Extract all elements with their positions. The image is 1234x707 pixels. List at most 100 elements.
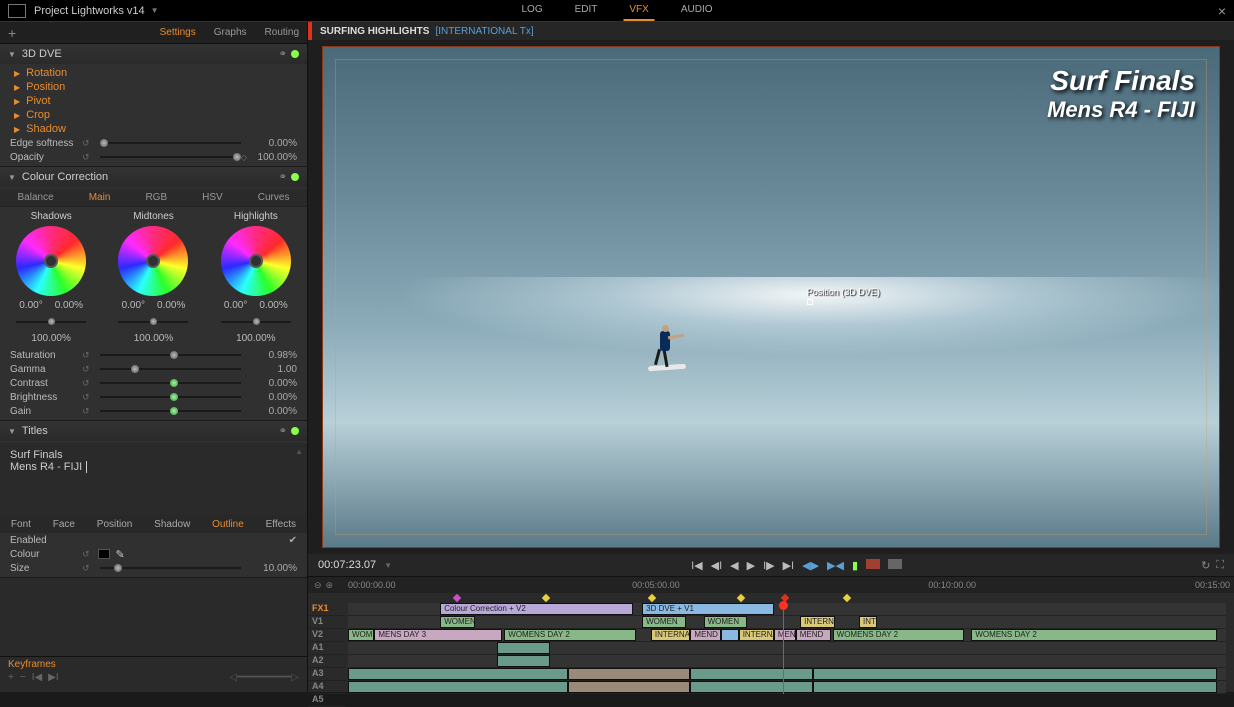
sidebar-tab-graphs[interactable]: Graphs <box>214 27 247 38</box>
goto-end-icon[interactable]: ▶I <box>783 559 795 572</box>
sidebar-tab-settings[interactable]: Settings <box>160 27 196 38</box>
tool-b-icon[interactable] <box>888 559 902 569</box>
goto-start-icon[interactable]: I◀ <box>691 559 703 572</box>
link-icon[interactable]: ⚭ <box>279 426 287 437</box>
clip[interactable]: INTERNA <box>651 629 691 641</box>
dve-position[interactable]: ▶Position <box>0 80 307 94</box>
clip[interactable]: MENS DAY 3 <box>374 629 501 641</box>
track-label-a1[interactable]: A1 <box>308 642 346 655</box>
track-label-v1[interactable]: V1 <box>308 616 346 629</box>
cc-gamma[interactable]: Gamma↺1.00 <box>0 362 307 376</box>
cc-shadows-slider[interactable] <box>16 321 86 323</box>
project-title[interactable]: Project Lightworks v14 <box>34 5 145 17</box>
video-viewport[interactable]: Position (3D DVE) Surf Finals Mens R4 - … <box>322 46 1220 548</box>
step-fwd-icon[interactable]: I▶ <box>763 559 775 572</box>
close-icon[interactable]: × <box>1218 3 1226 19</box>
play-icon[interactable]: ▶ <box>747 559 755 572</box>
timecode[interactable]: 00:07:23.07 <box>318 559 376 571</box>
tracks-area[interactable]: Colour Correction + V2 3D DVE + V1 WOMEN… <box>348 603 1226 694</box>
clip[interactable] <box>721 629 739 641</box>
track-label-a4[interactable]: A4 <box>308 681 346 694</box>
step-back-icon[interactable]: ◀I <box>711 559 723 572</box>
clip[interactable]: INT <box>859 616 877 628</box>
kf-prev-icon[interactable]: I◀ <box>32 672 42 683</box>
clip[interactable]: INTERNA <box>800 616 835 628</box>
tab-vfx[interactable]: VFX <box>623 0 654 21</box>
mark-in-icon[interactable]: ◀▶ <box>802 559 819 572</box>
enabled-dot-icon[interactable] <box>291 173 299 181</box>
clip[interactable]: WOMENS DAY 2 <box>504 629 636 641</box>
title-tab-outline[interactable]: Outline <box>212 519 244 530</box>
kf-remove-icon[interactable]: − <box>20 672 26 683</box>
title-tab-position[interactable]: Position <box>97 519 133 530</box>
cc-midtones-wheel[interactable] <box>118 226 188 296</box>
track-label-a5[interactable]: A5 <box>308 694 346 707</box>
title-text-input[interactable]: Surf Finals Mens R4 - FIJI ▲ <box>0 443 307 515</box>
loop-icon[interactable]: ↻ <box>1201 559 1210 572</box>
clip[interactable]: WOMENS DAY 2 <box>971 629 1217 641</box>
zoom-out-icon[interactable]: ⊖ <box>314 580 322 591</box>
fullscreen-icon[interactable]: ⛶ <box>1216 559 1224 572</box>
kf-add-icon[interactable]: + <box>8 672 14 683</box>
sidebar-tab-routing[interactable]: Routing <box>265 27 299 38</box>
kf-next-icon[interactable]: ▶I <box>48 672 58 683</box>
clip[interactable]: MEND <box>690 629 721 641</box>
clip[interactable]: WOMENS DAY 2 <box>833 629 965 641</box>
add-effect-icon[interactable]: + <box>8 25 16 41</box>
play-back-icon[interactable]: ◀ <box>730 559 738 572</box>
tool-a-icon[interactable] <box>866 559 880 569</box>
timeline-ruler[interactable]: ⊖⊕ 00:00:00.00 00:05:00.00 00:10:00.00 0… <box>308 577 1234 593</box>
panel-header-titles[interactable]: ▼ Titles ⚭ <box>0 421 307 441</box>
title-enabled[interactable]: Enabled✔ <box>0 533 307 547</box>
cc-highlights-wheel[interactable] <box>221 226 291 296</box>
link-icon[interactable]: ⚭ <box>279 49 287 60</box>
position-marker[interactable]: Position (3D DVE) <box>807 287 880 307</box>
chevron-down-icon[interactable]: ▼ <box>151 6 159 15</box>
enabled-dot-icon[interactable] <box>291 50 299 58</box>
title-tab-face[interactable]: Face <box>53 519 75 530</box>
title-colour[interactable]: Colour↺✎ <box>0 547 307 561</box>
cc-brightness[interactable]: Brightness↺0.00% <box>0 390 307 404</box>
tab-audio[interactable]: AUDIO <box>675 0 719 21</box>
tab-log[interactable]: LOG <box>515 0 548 21</box>
dve-pivot[interactable]: ▶Pivot <box>0 94 307 108</box>
title-tab-font[interactable]: Font <box>11 519 31 530</box>
cc-tab-curves[interactable]: Curves <box>258 192 290 203</box>
tab-edit[interactable]: EDIT <box>569 0 604 21</box>
title-tab-effects[interactable]: Effects <box>266 519 296 530</box>
cc-tab-balance[interactable]: Balance <box>18 192 54 203</box>
enabled-dot-icon[interactable] <box>291 427 299 435</box>
cc-shadows-wheel[interactable] <box>16 226 86 296</box>
cc-highlights-slider[interactable] <box>221 321 291 323</box>
cc-contrast[interactable]: Contrast↺0.00% <box>0 376 307 390</box>
clip[interactable]: INTERNA <box>739 629 774 641</box>
marker-icon[interactable]: ▮ <box>852 559 858 572</box>
playhead[interactable] <box>783 603 784 694</box>
clip[interactable]: WOM <box>348 629 374 641</box>
title-size[interactable]: Size↺10.00% <box>0 561 307 575</box>
cc-saturation[interactable]: Saturation↺0.98% <box>0 348 307 362</box>
clip[interactable]: MEN <box>774 629 796 641</box>
cc-tab-hsv[interactable]: HSV <box>202 192 223 203</box>
menu-icon[interactable] <box>8 4 26 18</box>
track-label-a2[interactable]: A2 <box>308 655 346 668</box>
panel-header-cc[interactable]: ▼ Colour Correction ⚭ <box>0 167 307 187</box>
title-tab-shadow[interactable]: Shadow <box>154 519 190 530</box>
dve-shadow[interactable]: ▶Shadow <box>0 122 307 136</box>
cc-tab-main[interactable]: Main <box>89 192 111 203</box>
clip[interactable]: 3D DVE + V1 <box>642 603 774 615</box>
marker-row[interactable] <box>348 593 1234 603</box>
clip[interactable]: WOMEN <box>704 616 748 628</box>
dve-rotation[interactable]: ▶Rotation <box>0 66 307 80</box>
chevron-down-icon[interactable]: ▼ <box>384 561 392 570</box>
cc-gain[interactable]: Gain↺0.00% <box>0 404 307 418</box>
cc-tab-rgb[interactable]: RGB <box>145 192 167 203</box>
dve-crop[interactable]: ▶Crop <box>0 108 307 122</box>
track-label-fx1[interactable]: FX1 <box>308 603 346 616</box>
zoom-in-icon[interactable]: ⊕ <box>326 580 334 591</box>
dve-opacity[interactable]: Opacity↺ ◇ 100.00% <box>0 150 307 164</box>
clip[interactable]: MEND <box>796 629 831 641</box>
clip[interactable]: WOMEN <box>440 616 475 628</box>
track-label-v2[interactable]: V2 <box>308 629 346 642</box>
mark-out-icon[interactable]: ▶◀ <box>827 559 844 572</box>
